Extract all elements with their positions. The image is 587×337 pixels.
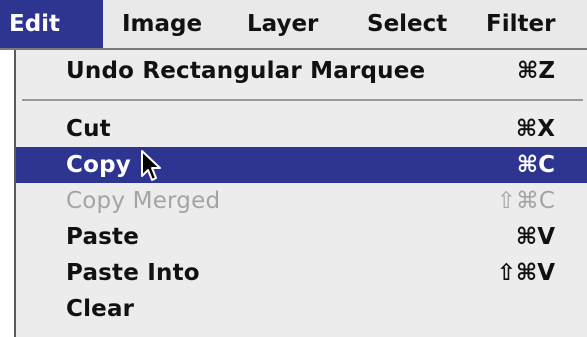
menu-item-clear[interactable]: Clear <box>16 291 587 327</box>
menu-select[interactable]: Select <box>367 0 447 48</box>
menu-layer[interactable]: Layer <box>247 0 318 48</box>
menu-item-label: Copy <box>66 152 131 178</box>
menu-item-copy[interactable]: Copy ⌘C <box>16 147 587 183</box>
menu-item-label: Copy Merged <box>66 188 221 214</box>
menu-item-label: Paste Into <box>66 260 200 286</box>
menu-item-cut[interactable]: Cut ⌘X <box>16 111 587 147</box>
edit-menu-dropdown: Undo Rectangular Marquee ⌘Z Cut ⌘X Copy … <box>14 50 587 337</box>
menu-filter[interactable]: Filter <box>486 0 555 48</box>
shortcut-label: ⇧⌘C <box>496 188 555 214</box>
shortcut-label: ⇧⌘V <box>496 260 555 286</box>
shortcut-label: ⌘V <box>515 224 555 250</box>
menu-item-label: Paste <box>66 224 140 250</box>
menu-item-label: Cut <box>66 116 111 142</box>
menu-item-label: Clear <box>66 296 135 322</box>
menu-edit[interactable]: Edit <box>0 0 103 48</box>
menu-image[interactable]: Image <box>122 0 202 48</box>
menu-separator <box>22 99 583 101</box>
menu-item-paste[interactable]: Paste ⌘V <box>16 219 587 255</box>
shortcut-label: ⌘C <box>516 152 555 178</box>
shortcut-label: ⌘Z <box>516 58 555 84</box>
arrow-cursor-icon <box>141 150 161 181</box>
shortcut-label: ⌘X <box>515 116 555 142</box>
menu-item-paste-into[interactable]: Paste Into ⇧⌘V <box>16 255 587 291</box>
screen: Edit Image Layer Select Filter Undo Rect… <box>0 0 587 337</box>
menu-item-label: Undo Rectangular Marquee <box>66 58 426 84</box>
menu-item-copy-merged[interactable]: Copy Merged ⇧⌘C <box>16 183 587 219</box>
menu-item-undo[interactable]: Undo Rectangular Marquee ⌘Z <box>16 53 587 89</box>
menu-bar: Edit Image Layer Select Filter <box>0 0 587 50</box>
